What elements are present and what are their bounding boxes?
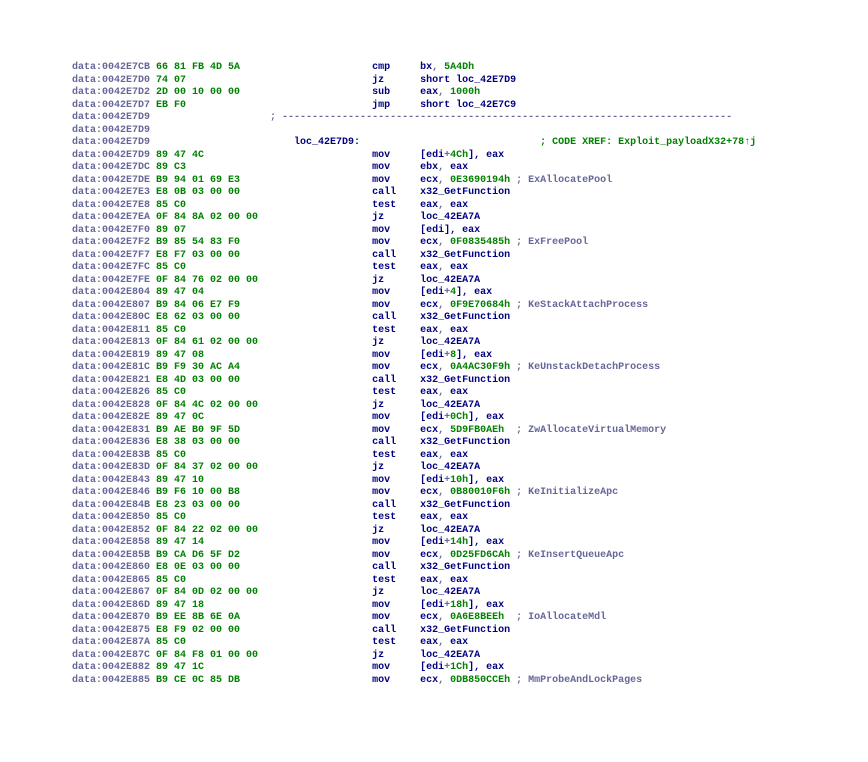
asm-line[interactable]: data:0042E7D0 74 07 jz short loc_42E7D9 (72, 75, 868, 88)
disassembly-listing: data:0042E7CB 66 81 FB 4D 5A cmp bx, 5A4… (72, 62, 868, 687)
asm-line[interactable]: data:0042E882 89 47 1C mov [edi+1Ch], ea… (72, 662, 868, 675)
asm-line[interactable]: data:0042E81C B9 F9 30 AC A4 mov ecx, 0A… (72, 362, 868, 375)
asm-line[interactable]: data:0042E885 B9 CE 0C 85 DB mov ecx, 0D… (72, 675, 868, 688)
asm-line[interactable]: data:0042E7D9 89 47 4C mov [edi+4Ch], ea… (72, 150, 868, 163)
asm-line[interactable]: data:0042E867 0F 84 0D 02 00 00 jz loc_4… (72, 587, 868, 600)
asm-line[interactable]: data:0042E84B E8 23 03 00 00 call x32_Ge… (72, 500, 868, 513)
asm-line[interactable]: data:0042E821 E8 4D 03 00 00 call x32_Ge… (72, 375, 868, 388)
asm-line[interactable]: data:0042E83D 0F 84 37 02 00 00 jz loc_4… (72, 462, 868, 475)
asm-line[interactable]: data:0042E7E3 E8 0B 03 00 00 call x32_Ge… (72, 187, 868, 200)
asm-line[interactable]: data:0042E87C 0F 84 F8 01 00 00 jz loc_4… (72, 650, 868, 663)
asm-line[interactable]: data:0042E7FE 0F 84 76 02 00 00 jz loc_4… (72, 275, 868, 288)
asm-line[interactable]: data:0042E82E 89 47 0C mov [edi+0Ch], ea… (72, 412, 868, 425)
asm-line[interactable]: data:0042E7F2 B9 85 54 83 F0 mov ecx, 0F… (72, 237, 868, 250)
asm-line[interactable]: data:0042E7CB 66 81 FB 4D 5A cmp bx, 5A4… (72, 62, 868, 75)
asm-line[interactable]: data:0042E7D9 (72, 125, 868, 138)
asm-line[interactable]: data:0042E7EA 0F 84 8A 02 00 00 jz loc_4… (72, 212, 868, 225)
asm-line[interactable]: data:0042E843 89 47 10 mov [edi+10h], ea… (72, 475, 868, 488)
asm-line[interactable]: data:0042E83B 85 C0 test eax, eax (72, 450, 868, 463)
asm-line[interactable]: data:0042E865 85 C0 test eax, eax (72, 575, 868, 588)
asm-line[interactable]: data:0042E7D2 2D 00 10 00 00 sub eax, 10… (72, 87, 868, 100)
asm-line[interactable]: data:0042E811 85 C0 test eax, eax (72, 325, 868, 338)
asm-line[interactable]: data:0042E870 B9 EE 8B 6E 0A mov ecx, 0A… (72, 612, 868, 625)
asm-line[interactable]: data:0042E7D9 ; ------------------------… (72, 112, 868, 125)
asm-line[interactable]: data:0042E7F7 E8 F7 03 00 00 call x32_Ge… (72, 250, 868, 263)
asm-line[interactable]: data:0042E7DC 89 C3 mov ebx, eax (72, 162, 868, 175)
asm-line[interactable]: data:0042E7FC 85 C0 test eax, eax (72, 262, 868, 275)
asm-line[interactable]: data:0042E850 85 C0 test eax, eax (72, 512, 868, 525)
asm-line[interactable]: data:0042E807 B9 84 06 E7 F9 mov ecx, 0F… (72, 300, 868, 313)
asm-line[interactable]: data:0042E846 B9 F6 10 00 B8 mov ecx, 0B… (72, 487, 868, 500)
asm-line[interactable]: data:0042E819 89 47 08 mov [edi+8], eax (72, 350, 868, 363)
asm-line[interactable]: data:0042E85B B9 CA D6 5F D2 mov ecx, 0D… (72, 550, 868, 563)
asm-line[interactable]: data:0042E87A 85 C0 test eax, eax (72, 637, 868, 650)
asm-line[interactable]: data:0042E858 89 47 14 mov [edi+14h], ea… (72, 537, 868, 550)
asm-line[interactable]: data:0042E860 E8 0E 03 00 00 call x32_Ge… (72, 562, 868, 575)
asm-line[interactable]: data:0042E875 E8 F9 02 00 00 call x32_Ge… (72, 625, 868, 638)
asm-line[interactable]: data:0042E831 B9 AE B0 9F 5D mov ecx, 5D… (72, 425, 868, 438)
asm-line[interactable]: data:0042E852 0F 84 22 02 00 00 jz loc_4… (72, 525, 868, 538)
asm-line[interactable]: data:0042E80C E8 62 03 00 00 call x32_Ge… (72, 312, 868, 325)
asm-line[interactable]: data:0042E804 89 47 04 mov [edi+4], eax (72, 287, 868, 300)
asm-line[interactable]: data:0042E7D7 EB F0 jmp short loc_42E7C9 (72, 100, 868, 113)
asm-line[interactable]: data:0042E7F0 89 07 mov [edi], eax (72, 225, 868, 238)
asm-line[interactable]: data:0042E813 0F 84 61 02 00 00 jz loc_4… (72, 337, 868, 350)
asm-line[interactable]: data:0042E7D9 loc_42E7D9: ; CODE XREF: E… (72, 137, 868, 150)
asm-line[interactable]: data:0042E826 85 C0 test eax, eax (72, 387, 868, 400)
asm-line[interactable]: data:0042E836 E8 38 03 00 00 call x32_Ge… (72, 437, 868, 450)
xref-comment: ; CODE XREF: Exploit_payloadX32+78↑j (540, 137, 756, 148)
asm-line[interactable]: data:0042E828 0F 84 4C 02 00 00 jz loc_4… (72, 400, 868, 413)
asm-line[interactable]: data:0042E86D 89 47 18 mov [edi+18h], ea… (72, 600, 868, 613)
asm-line[interactable]: data:0042E7E8 85 C0 test eax, eax (72, 200, 868, 213)
asm-line[interactable]: data:0042E7DE B9 94 01 69 E3 mov ecx, 0E… (72, 175, 868, 188)
